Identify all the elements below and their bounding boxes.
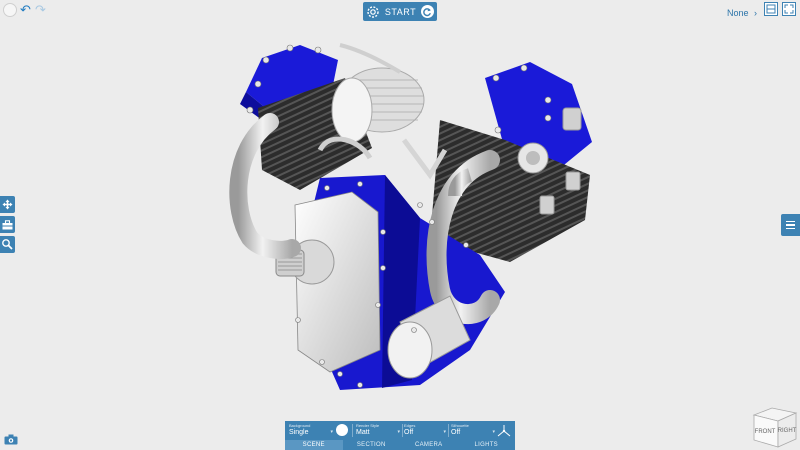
setting-label: Background <box>289 423 311 428</box>
tools-button[interactable] <box>0 236 15 253</box>
toolbox-button[interactable] <box>0 216 15 233</box>
home-icon[interactable] <box>3 3 17 17</box>
engine-3d-model[interactable] <box>228 40 608 400</box>
setting-value: Single <box>289 429 309 436</box>
move-tool-button[interactable] <box>0 196 15 213</box>
view-selector-value[interactable]: None <box>727 8 749 18</box>
tab-lights[interactable]: LIGHTS <box>458 440 516 450</box>
chevron-down-icon: ▾ <box>443 429 446 435</box>
view-cube[interactable]: FRONT RIGHT <box>752 405 798 449</box>
split-view-icon[interactable] <box>764 2 778 16</box>
background-setting[interactable]: Background Single ▾ <box>289 423 333 437</box>
silhouette-setting[interactable]: Silhouette Off ▾ <box>451 423 495 437</box>
setting-label: Edges <box>404 423 416 428</box>
chevron-down-icon: ▾ <box>330 429 333 435</box>
chevron-down-icon: ▾ <box>397 429 400 435</box>
start-label: START <box>384 6 417 17</box>
redo-icon[interactable]: ↷ <box>35 3 46 17</box>
setting-value: Off <box>451 429 461 436</box>
fullscreen-icon[interactable] <box>782 2 796 16</box>
toolbox-icon <box>2 219 13 229</box>
start-button[interactable]: START <box>363 2 437 21</box>
setting-value: Matt <box>356 429 370 436</box>
setting-value: Off <box>404 429 414 436</box>
settings-wheel-icon <box>367 5 379 18</box>
setting-label: Silhouette <box>451 423 469 428</box>
camera-icon[interactable] <box>4 434 18 445</box>
undo-icon[interactable]: ↶ <box>20 3 31 17</box>
scene-settings-panel: Background Single ▾ Render Style Matt ▾ … <box>285 421 515 450</box>
chevron-right-icon[interactable]: › <box>754 8 757 18</box>
refresh-icon[interactable] <box>420 5 434 18</box>
tab-section[interactable]: SECTION <box>343 440 401 450</box>
hamburger-menu-icon[interactable] <box>781 214 800 236</box>
render-style-setting[interactable]: Render Style Matt ▾ <box>356 423 400 437</box>
cube-right-label: RIGHT <box>778 428 797 434</box>
setting-label: Render Style <box>356 423 380 428</box>
edges-setting[interactable]: Edges Off ▾ <box>404 423 446 437</box>
axis-icon[interactable] <box>497 424 511 438</box>
panel-tabs: SCENE SECTION CAMERA LIGHTS <box>285 440 515 450</box>
tab-scene[interactable]: SCENE <box>285 440 343 450</box>
tab-camera[interactable]: CAMERA <box>400 440 458 450</box>
move-icon <box>2 199 13 210</box>
wrench-icon <box>2 239 13 250</box>
background-color-swatch[interactable] <box>335 424 349 438</box>
chevron-down-icon: ▾ <box>492 429 495 435</box>
cube-front-label: FRONT <box>755 429 776 435</box>
